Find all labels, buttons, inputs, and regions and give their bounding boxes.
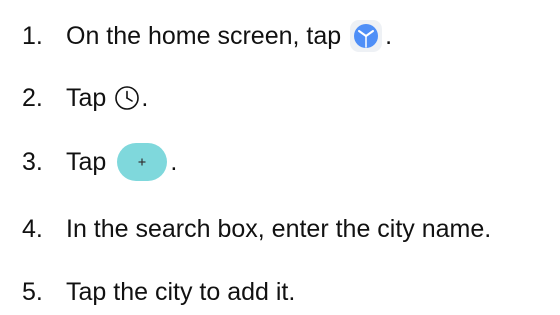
- step-number: 1.: [22, 21, 43, 50]
- step-1: 1. On the home screen, tap .: [22, 16, 392, 56]
- step-text: Tap: [66, 147, 107, 176]
- step-number: 5.: [22, 277, 43, 306]
- step-suffix: .: [141, 83, 149, 112]
- step-3: 3. Tap .: [22, 142, 177, 182]
- step-text: Tap the city to add it.: [66, 277, 296, 306]
- step-2: 2. Tap .: [22, 78, 148, 118]
- add-button-icon: [116, 142, 168, 182]
- step-text: In the search box, enter the city name.: [66, 214, 492, 243]
- step-suffix: .: [385, 21, 393, 50]
- step-5: 5. Tap the city to add it.: [22, 272, 295, 312]
- step-number: 2.: [22, 83, 43, 112]
- instruction-steps: 1. On the home screen, tap . 2. Tap . 3.: [0, 0, 560, 315]
- step-number: 3.: [22, 147, 43, 176]
- clock-outline-icon: [114, 85, 140, 111]
- step-text: Tap: [66, 83, 107, 112]
- step-number: 4.: [22, 214, 43, 243]
- step-4: 4. In the search box, enter the city nam…: [22, 209, 491, 249]
- step-suffix: .: [170, 147, 178, 176]
- step-text: On the home screen, tap: [66, 21, 342, 50]
- clock-app-icon: [349, 19, 383, 53]
